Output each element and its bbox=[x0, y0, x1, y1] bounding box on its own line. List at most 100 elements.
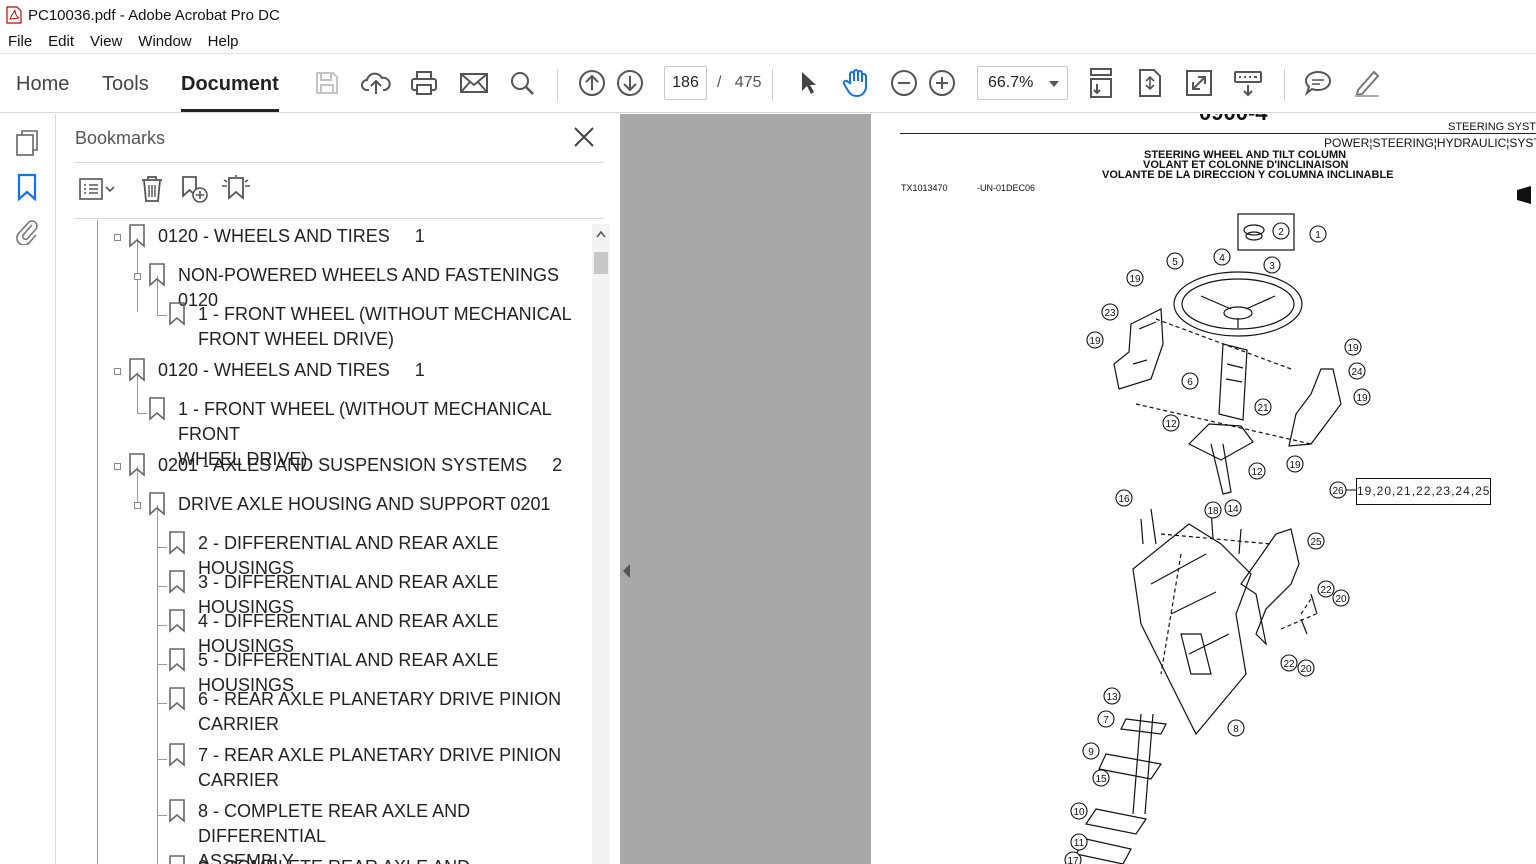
tree-line bbox=[157, 547, 167, 548]
callout-marker: 20 bbox=[1332, 589, 1350, 607]
page-number-input[interactable]: 186 bbox=[664, 66, 707, 100]
zoom-dropdown[interactable]: 66.7% bbox=[977, 66, 1068, 100]
steering-column-diagram: 1 2 3 4 5 19 23 19 6 19 24 19 21 12 12 1… bbox=[1064, 186, 1531, 864]
bookmark-icon bbox=[169, 531, 185, 555]
callout-marker: 26 bbox=[1329, 481, 1347, 499]
bookmark-item[interactable]: 7 - REAR AXLE PLANETARY DRIVE PINION CARR… bbox=[168, 743, 561, 793]
page-total: / 475 bbox=[717, 74, 762, 92]
divider bbox=[75, 162, 603, 163]
collapse-toggle[interactable] bbox=[114, 234, 121, 241]
menu-window[interactable]: Window bbox=[130, 33, 199, 50]
scroll-up-icon[interactable] bbox=[596, 230, 606, 238]
svg-text:26: 26 bbox=[1332, 486, 1344, 497]
menu-file[interactable]: File bbox=[0, 33, 40, 50]
attachments-icon[interactable] bbox=[12, 216, 42, 246]
main-toolbar: Home Tools Document 186 / 475 66.7% bbox=[0, 55, 1536, 113]
page-thumbnails-icon[interactable] bbox=[12, 128, 42, 158]
bookmarks-panel: Bookmarks 0120 - WHEELS AND TIRES 1 NON-… bbox=[57, 114, 619, 864]
search-icon[interactable] bbox=[506, 67, 538, 99]
pdf-file-icon bbox=[6, 6, 22, 24]
bookmark-icon bbox=[149, 263, 165, 287]
zoom-out-icon[interactable] bbox=[888, 67, 920, 99]
bookmark-item[interactable]: 9 - COMPLETE REAR AXLE AND DIFFERENTIAL bbox=[168, 855, 591, 864]
close-icon[interactable] bbox=[571, 124, 597, 150]
collapse-panel-icon[interactable] bbox=[623, 564, 630, 578]
bookmark-icon bbox=[129, 453, 145, 477]
bookmark-options-icon[interactable] bbox=[77, 172, 117, 206]
collapse-toggle[interactable] bbox=[134, 502, 141, 509]
callout-marker: 15 bbox=[1092, 769, 1110, 787]
bookmarks-scrollbar[interactable] bbox=[592, 224, 610, 864]
callout-marker: 10 bbox=[1070, 802, 1088, 820]
cloud-upload-icon[interactable] bbox=[360, 67, 392, 99]
callout-marker: 19 bbox=[1344, 338, 1362, 356]
expand-bookmark-icon[interactable] bbox=[220, 172, 252, 206]
menu-edit[interactable]: Edit bbox=[40, 33, 82, 50]
svg-text:23: 23 bbox=[1104, 308, 1116, 319]
hand-tool-icon[interactable] bbox=[840, 67, 872, 99]
fit-page-icon[interactable] bbox=[1134, 67, 1166, 99]
collapse-toggle[interactable] bbox=[114, 368, 121, 375]
email-icon[interactable] bbox=[458, 67, 490, 99]
svg-text:18: 18 bbox=[1207, 506, 1219, 517]
callout-marker: 2 bbox=[1272, 222, 1290, 240]
save-icon[interactable] bbox=[311, 67, 343, 99]
svg-text:25: 25 bbox=[1310, 537, 1322, 548]
bookmark-item[interactable]: 0120 - WHEELS AND TIRES 1 bbox=[128, 358, 425, 383]
bookmark-item[interactable]: 0120 - WHEELS AND TIRES 1 bbox=[128, 224, 425, 249]
callout-marker: 14 bbox=[1224, 499, 1242, 517]
collapse-toggle[interactable] bbox=[134, 273, 141, 280]
bookmark-icon bbox=[169, 302, 185, 326]
bookmark-label: DRIVE AXLE HOUSING AND SUPPORT 0201 bbox=[178, 494, 551, 514]
select-cursor-icon[interactable] bbox=[792, 67, 824, 99]
callout-marker: 20 bbox=[1297, 659, 1315, 677]
callout-marker: 17 bbox=[1064, 851, 1082, 864]
menu-view[interactable]: View bbox=[82, 33, 130, 50]
keyboard-icon[interactable] bbox=[1232, 67, 1264, 99]
menu-help[interactable]: Help bbox=[200, 33, 247, 50]
scroll-thumb[interactable] bbox=[594, 252, 608, 274]
bookmarks-panel-icon[interactable] bbox=[12, 172, 42, 202]
svg-text:11: 11 bbox=[1074, 838, 1085, 849]
full-screen-icon[interactable] bbox=[1183, 67, 1215, 99]
callout-marker: 22 bbox=[1317, 580, 1335, 598]
tab-home[interactable]: Home bbox=[16, 73, 69, 96]
callout-marker: 16 bbox=[1115, 489, 1133, 507]
title-bar: PC10036.pdf - Adobe Acrobat Pro DC bbox=[0, 0, 1536, 30]
next-page-icon[interactable] bbox=[614, 67, 646, 99]
svg-text:7: 7 bbox=[1103, 715, 1109, 726]
bookmark-item[interactable]: DRIVE AXLE HOUSING AND SUPPORT 0201 bbox=[148, 492, 550, 517]
previous-page-icon[interactable] bbox=[576, 67, 608, 99]
bookmark-item[interactable]: 0201 - AXLES AND SUSPENSION SYSTEMS 2 bbox=[128, 453, 562, 478]
callout-marker: 12 bbox=[1162, 414, 1180, 432]
callout-marker: 24 bbox=[1348, 362, 1366, 380]
callout-marker: 11 bbox=[1070, 833, 1088, 851]
new-bookmark-icon[interactable] bbox=[178, 172, 210, 206]
tab-tools[interactable]: Tools bbox=[102, 73, 149, 96]
svg-text:19: 19 bbox=[1356, 393, 1368, 404]
bookmark-label: 0201 - AXLES AND SUSPENSION SYSTEMS 2 bbox=[158, 455, 563, 475]
callout-marker: 6 bbox=[1181, 372, 1199, 390]
svg-text:13: 13 bbox=[1106, 692, 1118, 703]
svg-text:24: 24 bbox=[1351, 367, 1363, 378]
zoom-in-icon[interactable] bbox=[926, 67, 958, 99]
callout-marker: 5 bbox=[1166, 252, 1184, 270]
svg-text:16: 16 bbox=[1118, 494, 1130, 505]
svg-text:3: 3 bbox=[1269, 261, 1275, 272]
tree-line bbox=[97, 220, 98, 864]
bookmark-item[interactable]: 1 - FRONT WHEEL (WITHOUT MECHANICAL FRONT… bbox=[168, 302, 572, 352]
delete-bookmark-icon[interactable] bbox=[137, 172, 167, 206]
comment-icon[interactable] bbox=[1302, 67, 1334, 99]
pen-sign-icon[interactable] bbox=[1351, 67, 1383, 99]
scrolling-mode-icon[interactable] bbox=[1085, 67, 1117, 99]
bookmark-icon bbox=[169, 687, 185, 711]
print-icon[interactable] bbox=[408, 67, 440, 99]
tab-document[interactable]: Document bbox=[181, 73, 279, 112]
tree-line bbox=[157, 815, 167, 816]
svg-text:8: 8 bbox=[1233, 724, 1239, 735]
bookmark-item[interactable]: 6 - REAR AXLE PLANETARY DRIVE PINION CARR… bbox=[168, 687, 561, 737]
callout-marker: 13 bbox=[1103, 687, 1121, 705]
callout-marker: 12 bbox=[1248, 462, 1266, 480]
collapse-toggle[interactable] bbox=[114, 463, 121, 470]
svg-text:20: 20 bbox=[1300, 664, 1312, 675]
